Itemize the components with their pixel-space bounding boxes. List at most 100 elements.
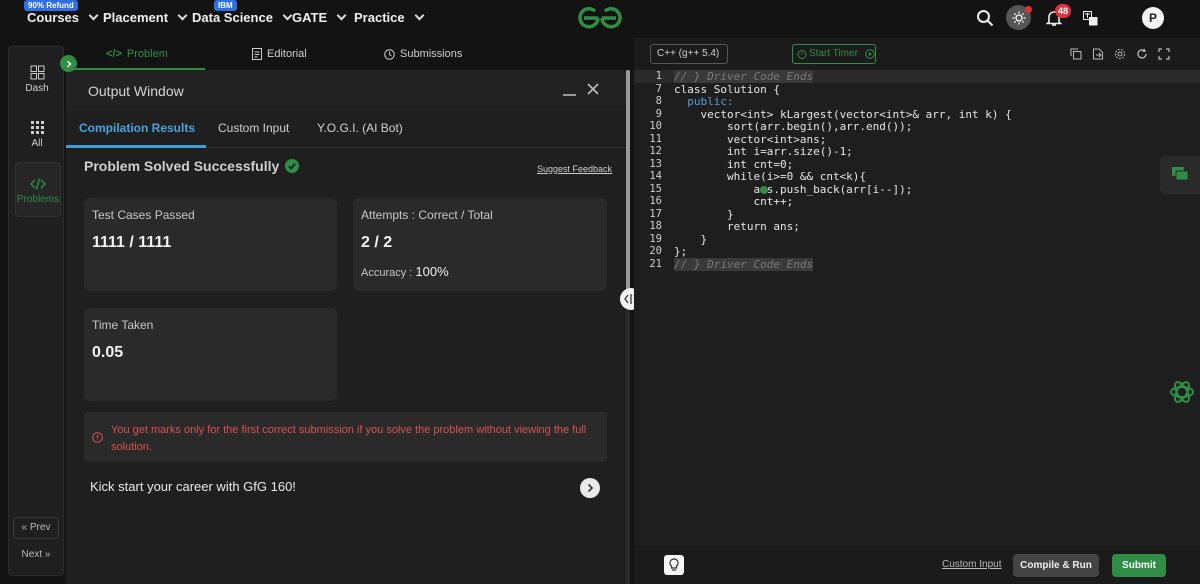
- custom-input-link[interactable]: Custom Input: [942, 559, 1001, 570]
- nav-gate-label: GATE: [292, 10, 328, 25]
- nav-placement[interactable]: Placement: [103, 10, 188, 25]
- editor-footer: Custom Input Compile & Run Submit: [634, 546, 1200, 584]
- language-select[interactable]: C++ (g++ 5.4): [650, 44, 728, 64]
- warning-box: You get marks only for the first correct…: [84, 412, 607, 462]
- output-header: Output Window: [66, 70, 630, 110]
- time-taken-label: Time Taken: [92, 318, 154, 332]
- tab-submissions-label: Submissions: [400, 48, 463, 60]
- chevron-down-icon: [336, 10, 347, 21]
- sidebar-item-problems-label: Problems: [16, 194, 60, 205]
- code-line: 13 int cnt=0;: [649, 157, 794, 171]
- code-icon: </>: [106, 48, 122, 60]
- nav-placement-label: Placement: [103, 10, 169, 25]
- grid-icon: [30, 121, 44, 134]
- code-line: 21// } Driver Code Ends: [649, 257, 814, 271]
- start-timer-label: Start Timer: [809, 48, 858, 59]
- nav-data-science[interactable]: Data Science: [192, 10, 293, 25]
- theme-toggle-button[interactable]: [1006, 5, 1032, 30]
- tab-editorial[interactable]: Editorial: [252, 48, 307, 60]
- upload-file-icon[interactable]: [1092, 47, 1104, 65]
- nav-gate[interactable]: GATE: [292, 10, 347, 25]
- chevron-right-icon: [587, 483, 594, 493]
- ai-assistant-button[interactable]: [1168, 378, 1196, 411]
- sidebar-item-dash-label: Dash: [25, 83, 49, 94]
- code-line: 10 sort(arr.begin(),arr.end());: [649, 120, 913, 133]
- nav-practice[interactable]: Practice: [354, 10, 425, 25]
- sidebar: Dash All Problems « Prev Next »: [8, 46, 64, 576]
- time-taken-card: Time Taken 0.05: [84, 308, 337, 401]
- collapse-sidebar-button[interactable]: [60, 55, 77, 72]
- ai-sparkle-icon: [1170, 381, 1194, 403]
- code-line: 12 int i=arr.size()-1;: [649, 145, 853, 158]
- check-circle-icon: [285, 159, 300, 173]
- attempts-value: 2 / 2: [361, 234, 393, 251]
- code-line: 14 while(i>=0 && cnt<k){: [649, 170, 867, 183]
- nav-data-science-label: Data Science: [192, 10, 273, 25]
- tab-problem[interactable]: </> Problem: [106, 48, 168, 60]
- code-line: 9 vector<int> kLargest(vector<int>& arr,…: [655, 107, 1012, 121]
- close-icon[interactable]: [586, 82, 600, 101]
- prev-button[interactable]: « Prev: [13, 517, 59, 539]
- solved-status-text: Problem Solved Successfully: [84, 158, 280, 174]
- gfg-logo[interactable]: [576, 4, 624, 37]
- code-line: 8 public:: [655, 95, 734, 108]
- translate-icon[interactable]: [1083, 11, 1098, 31]
- warning-text: You get marks only for the first correct…: [111, 424, 587, 453]
- accuracy-value: 100%: [415, 264, 449, 279]
- lightbulb-icon: [669, 558, 679, 571]
- code-line: 16 cnt++;: [649, 195, 794, 208]
- code-line: 19 }: [649, 232, 708, 246]
- output-window: Output Window Compilation Results Custom…: [66, 70, 630, 584]
- next-button[interactable]: Next »: [13, 545, 59, 567]
- sidebar-item-all-label: All: [31, 138, 43, 149]
- sidebar-item-all[interactable]: All: [9, 120, 65, 149]
- result-tabs: Compilation Results Custom Input Y.O.G.I…: [66, 110, 630, 148]
- code-area[interactable]: 1// } Driver Code Ends 7 class Solution {…: [634, 70, 1200, 271]
- tab-submissions[interactable]: Submissions: [384, 48, 462, 60]
- code-line: 7 class Solution {: [655, 82, 780, 96]
- kickstart-arrow-button[interactable]: [580, 478, 600, 498]
- kickstart-text: Kick start your career with GfG 160!: [90, 479, 296, 494]
- time-taken-value: 0.05: [92, 344, 124, 361]
- cursor-dot: [760, 186, 768, 194]
- chat-button[interactable]: [1160, 156, 1200, 194]
- code-line: 17 }: [649, 207, 734, 221]
- scrollbar-thumb[interactable]: [626, 70, 630, 290]
- search-icon[interactable]: [976, 9, 994, 32]
- tab-yogi-ai-bot[interactable]: Y.O.G.I. (AI Bot): [317, 121, 403, 135]
- code-editor-panel: C++ (g++ 5.4) Start Timer 1// } Driver C…: [634, 38, 1200, 584]
- clock-icon: [384, 48, 395, 60]
- tab-problem-label: Problem: [126, 48, 168, 60]
- result-tab-indicator: [66, 145, 206, 148]
- copy-icon[interactable]: [1070, 47, 1082, 65]
- top-navbar: 90% Refund Courses Placement IBM Data Sc…: [0, 0, 1200, 38]
- sun-icon: [1012, 11, 1025, 24]
- suggest-feedback-link[interactable]: Suggest Feedback: [537, 164, 612, 174]
- sidebar-item-problems[interactable]: Problems: [15, 162, 61, 217]
- nav-courses[interactable]: Courses: [27, 10, 99, 25]
- compile-run-button[interactable]: Compile & Run: [1013, 554, 1099, 577]
- fullscreen-icon[interactable]: [1158, 47, 1170, 65]
- chevron-down-icon: [88, 10, 99, 21]
- chevron-right-icon: [66, 59, 72, 68]
- avatar[interactable]: P: [1142, 7, 1164, 29]
- attempts-label: Attempts : Correct / Total: [361, 208, 493, 222]
- minimize-icon[interactable]: [563, 94, 576, 96]
- sidebar-item-dash[interactable]: Dash: [9, 65, 65, 94]
- reset-icon[interactable]: [1136, 47, 1148, 65]
- code-icon: [29, 178, 47, 190]
- accuracy-label: Accuracy :: [361, 267, 413, 279]
- document-icon: [252, 48, 262, 60]
- solved-status: Problem Solved Successfully: [84, 158, 300, 174]
- code-line: 20};: [649, 245, 688, 258]
- code-line: 11 vector<int>ans;: [649, 132, 827, 146]
- hint-button[interactable]: [664, 555, 684, 575]
- settings-icon[interactable]: [1114, 47, 1126, 65]
- problem-tabs: </> Problem Editorial Submissions: [66, 38, 630, 70]
- chat-icon: [1172, 167, 1189, 181]
- tab-compilation-results[interactable]: Compilation Results: [79, 121, 195, 135]
- tab-custom-input[interactable]: Custom Input: [218, 121, 289, 135]
- start-timer-button[interactable]: Start Timer: [792, 44, 876, 64]
- submit-button[interactable]: Submit: [1112, 554, 1166, 577]
- problem-panel: </> Problem Editorial Submissions Output…: [66, 38, 630, 584]
